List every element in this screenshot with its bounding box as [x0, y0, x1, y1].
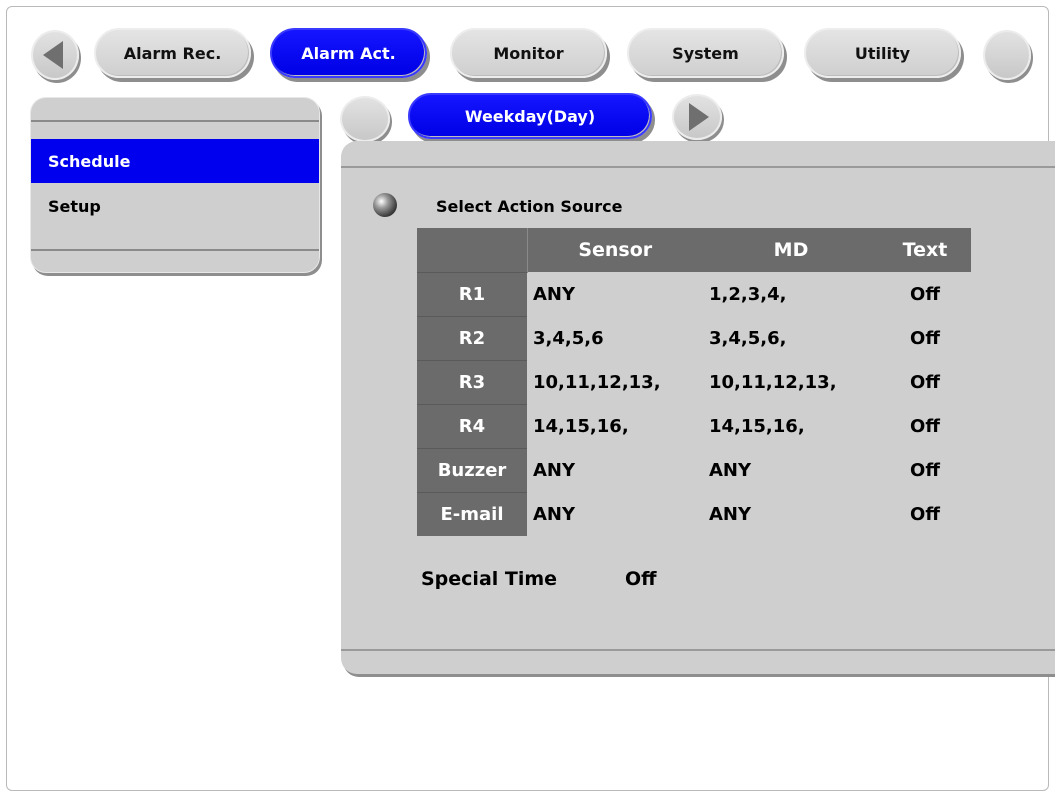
row-label-email: E-mail: [417, 491, 527, 536]
side-menu-top-divider: [31, 120, 319, 122]
sensor-cell-email[interactable]: ANY: [527, 492, 703, 536]
nav-next-button[interactable]: [983, 30, 1031, 80]
table-row: R2 3,4,5,6 3,4,5,6, Off: [417, 315, 971, 360]
table-row: E-mail ANY ANY Off: [417, 491, 971, 536]
sensor-cell-r2[interactable]: 3,4,5,6: [527, 316, 703, 360]
arrow-right-icon: [689, 103, 709, 131]
bullet-icon: [373, 193, 397, 217]
table-header-row: Sensor MD Text: [417, 228, 971, 272]
md-cell-email[interactable]: ANY: [703, 492, 879, 536]
tab-system[interactable]: System: [627, 28, 784, 78]
sensor-cell-r3[interactable]: 10,11,12,13,: [527, 360, 703, 404]
text-cell-r4[interactable]: Off: [879, 404, 971, 448]
table-row: Buzzer ANY ANY Off: [417, 447, 971, 492]
text-cell-buzzer[interactable]: Off: [879, 448, 971, 492]
md-cell-r4[interactable]: 14,15,16,: [703, 404, 879, 448]
md-cell-r3[interactable]: 10,11,12,13,: [703, 360, 879, 404]
side-menu: Schedule Setup: [30, 97, 320, 273]
tab-utility[interactable]: Utility: [804, 28, 961, 78]
sidebar-item-label: Schedule: [48, 151, 131, 171]
sensor-cell-r1[interactable]: ANY: [527, 272, 703, 316]
sensor-cell-r4[interactable]: 14,15,16,: [527, 404, 703, 448]
section-title: Select Action Source: [436, 197, 623, 216]
column-header-text: Text: [879, 228, 971, 272]
md-cell-r1[interactable]: 1,2,3,4,: [703, 272, 879, 316]
table-row: R4 14,15,16, 14,15,16, Off: [417, 403, 971, 448]
text-cell-r1[interactable]: Off: [879, 272, 971, 316]
row-label-r2: R2: [417, 315, 527, 360]
table-row: R3 10,11,12,13, 10,11,12,13, Off: [417, 359, 971, 404]
md-cell-buzzer[interactable]: ANY: [703, 448, 879, 492]
action-source-table: Sensor MD Text R1 ANY 1,2,3,4, Off R2 3,…: [417, 228, 971, 536]
tab-monitor[interactable]: Monitor: [450, 28, 607, 78]
sub-nav-prev-button[interactable]: [340, 96, 390, 142]
main-panel-bottom-divider: [341, 649, 1055, 651]
special-time-value[interactable]: Off: [625, 568, 657, 590]
column-header-sensor: Sensor: [527, 228, 703, 272]
text-cell-email[interactable]: Off: [879, 492, 971, 536]
row-label-r4: R4: [417, 403, 527, 448]
special-time-label: Special Time: [421, 568, 558, 590]
header-corner: [417, 228, 528, 272]
row-label-r3: R3: [417, 359, 527, 404]
table-row: R1 ANY 1,2,3,4, Off: [417, 271, 971, 316]
side-menu-bottom-divider: [31, 249, 319, 251]
row-label-buzzer: Buzzer: [417, 447, 527, 492]
sub-nav-next-button[interactable]: [672, 94, 722, 140]
md-cell-r2[interactable]: 3,4,5,6,: [703, 316, 879, 360]
nav-prev-button[interactable]: [31, 30, 79, 80]
row-label-r1: R1: [417, 271, 527, 316]
text-cell-r2[interactable]: Off: [879, 316, 971, 360]
arrow-left-icon: [43, 41, 63, 69]
tab-alarm-act[interactable]: Alarm Act.: [270, 28, 427, 78]
sidebar-item-label: Setup: [48, 196, 101, 216]
tab-alarm-rec[interactable]: Alarm Rec.: [94, 28, 251, 78]
sidebar-item-schedule[interactable]: Schedule: [31, 139, 319, 183]
main-panel-top-divider: [341, 166, 1055, 168]
sub-nav-weekday-day[interactable]: Weekday(Day): [408, 93, 652, 139]
sensor-cell-buzzer[interactable]: ANY: [527, 448, 703, 492]
sidebar-item-setup[interactable]: Setup: [31, 184, 319, 228]
column-header-md: MD: [703, 228, 879, 272]
text-cell-r3[interactable]: Off: [879, 360, 971, 404]
